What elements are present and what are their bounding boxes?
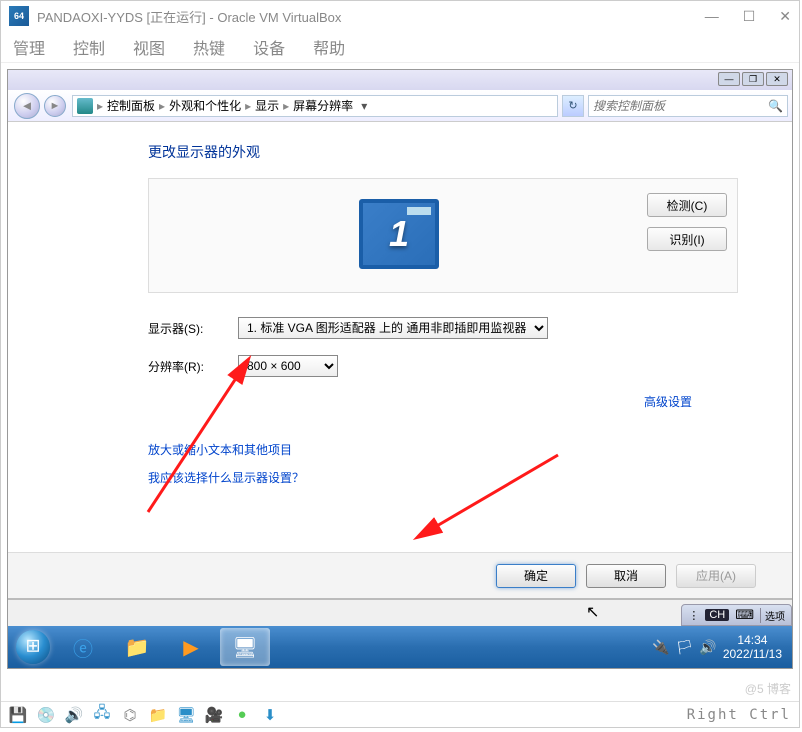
volume-icon[interactable]: 🔊: [699, 639, 716, 656]
display-select[interactable]: 1. 标准 VGA 图形适配器 上的 通用非即插即用监视器: [238, 317, 548, 339]
vb-statusbar: 💾 💿 🔊 🖧 ⌬ 📁 🖥 🎥 ● ⬇ Right Ctrl: [1, 701, 799, 727]
advanced-settings-link[interactable]: 高级设置: [644, 395, 692, 409]
vb-menu-hotkeys[interactable]: 热键: [193, 35, 225, 59]
vb-menu-manage[interactable]: 管理: [13, 35, 45, 59]
start-button[interactable]: [10, 627, 56, 667]
taskbar-clock[interactable]: 14:34 2022/11/13: [723, 633, 782, 662]
nav-back-button[interactable]: ◄: [14, 93, 40, 119]
audio-icon[interactable]: 🔊: [65, 706, 83, 724]
help-link[interactable]: 我应该选择什么显示器设置？: [148, 471, 304, 485]
windows-taskbar: ⓔ 📁 ▶ 🖥 🔌 🏳 🔊 14:34 2022/11/13: [8, 626, 792, 668]
ime-handle-icon[interactable]: ⋮: [688, 609, 699, 622]
cp-window-controls: — ❐ ✕: [8, 70, 792, 90]
action-center-icon[interactable]: 🏳: [676, 639, 694, 656]
ime-language-indicator[interactable]: CH: [705, 609, 729, 621]
chevron-right-icon: ▸: [97, 99, 103, 113]
power-icon[interactable]: 🔌: [652, 639, 669, 656]
taskbar-explorer[interactable]: 📁: [112, 628, 162, 666]
resolution-select[interactable]: 800 × 600: [238, 355, 338, 377]
detect-button[interactable]: 检测(C): [647, 193, 727, 217]
clock-date: 2022/11/13: [723, 647, 782, 661]
minimize-button[interactable]: —: [705, 8, 719, 25]
page-title: 更改显示器的外观: [48, 142, 752, 162]
ime-toolbar[interactable]: ⋮ CH ⌨ 选项: [681, 604, 792, 626]
vb-titlebar: 64 PANDAOXI-YYDS [正在运行] - Oracle VM Virt…: [1, 1, 799, 31]
virtualbox-window: 64 PANDAOXI-YYDS [正在运行] - Oracle VM Virt…: [0, 0, 800, 728]
chevron-right-icon: ▸: [245, 99, 251, 113]
display-label: 显示器(S):: [148, 320, 238, 337]
vb-window-title: PANDAOXI-YYDS [正在运行] - Oracle VM Virtual…: [37, 7, 705, 26]
cp-close-button[interactable]: ✕: [766, 72, 788, 86]
cp-maximize-button[interactable]: ❐: [742, 72, 764, 86]
optical-disc-icon[interactable]: 💿: [37, 706, 55, 724]
bc-appearance[interactable]: 外观和个性化: [169, 97, 241, 114]
identify-button[interactable]: 识别(I): [647, 227, 727, 251]
maximize-button[interactable]: ☐: [743, 8, 756, 25]
vb-menu-view[interactable]: 视图: [133, 35, 165, 59]
search-icon[interactable]: 🔍: [768, 99, 783, 113]
host-key-indicator: Right Ctrl: [687, 707, 791, 723]
taskbar-media-player[interactable]: ▶: [166, 628, 216, 666]
keyboard-capture-icon[interactable]: ⬇: [261, 706, 279, 724]
breadcrumb[interactable]: ▸ 控制面板 ▸ 外观和个性化 ▸ 显示 ▸ 屏幕分辨率 ▾: [72, 95, 558, 117]
text-size-link[interactable]: 放大或缩小文本和其他项目: [148, 443, 292, 457]
recording-icon[interactable]: 🎥: [205, 706, 223, 724]
ime-options-button[interactable]: 选项: [760, 608, 785, 623]
usb-icon[interactable]: ⌬: [121, 706, 139, 724]
search-box[interactable]: 🔍: [588, 95, 788, 117]
resolution-label: 分辨率(R):: [148, 358, 238, 375]
monitor-preview[interactable]: 1: [359, 199, 439, 269]
bc-resolution[interactable]: 屏幕分辨率: [293, 97, 353, 114]
vb-menu-help[interactable]: 帮助: [313, 35, 345, 59]
keyboard-icon[interactable]: ⌨: [735, 607, 754, 623]
close-button[interactable]: ✕: [779, 8, 791, 25]
apply-button[interactable]: 应用(A): [676, 564, 756, 588]
hard-disk-icon[interactable]: 💾: [9, 706, 27, 724]
annotation-arrow: [138, 352, 268, 522]
monitor-preview-box: 1 检测(C) 识别(I): [148, 178, 738, 293]
monitor-number: 1: [389, 213, 409, 255]
display-icon[interactable]: 🖥: [177, 706, 195, 724]
clock-time: 14:34: [723, 633, 782, 647]
nav-forward-button[interactable]: ►: [44, 95, 66, 117]
bc-display[interactable]: 显示: [255, 97, 279, 114]
taskbar-control-panel[interactable]: 🖥: [220, 628, 270, 666]
chevron-right-icon: ▸: [283, 99, 289, 113]
guest-display: — ❐ ✕ ◄ ► ▸ 控制面板 ▸ 外观和个性化 ▸ 显示 ▸ 屏幕分辨率 ▾: [7, 69, 793, 669]
windows-logo-icon: [16, 630, 50, 664]
vb-menu-control[interactable]: 控制: [73, 35, 105, 59]
refresh-button[interactable]: ↻: [562, 95, 584, 117]
dialog-footer: 确定 取消 应用(A): [8, 552, 792, 598]
bc-control-panel[interactable]: 控制面板: [107, 97, 155, 114]
watermark: @5 博客: [745, 680, 791, 697]
chevron-right-icon: ▸: [159, 99, 165, 113]
status-icon[interactable]: ●: [233, 706, 251, 724]
vb-menubar: 管理 控制 视图 热键 设备 帮助: [1, 31, 799, 63]
cp-navbar: ◄ ► ▸ 控制面板 ▸ 外观和个性化 ▸ 显示 ▸ 屏幕分辨率 ▾ ↻: [8, 90, 792, 122]
taskbar-ie[interactable]: ⓔ: [58, 628, 108, 666]
virtualbox-icon: 64: [9, 6, 29, 26]
control-panel-icon: [77, 98, 93, 114]
cp-body: 更改显示器的外观 1 检测(C) 识别(I) 显示器(S): 1. 标准 VGA…: [8, 122, 792, 552]
ok-button[interactable]: 确定: [496, 564, 576, 588]
cancel-button[interactable]: 取消: [586, 564, 666, 588]
vb-menu-devices[interactable]: 设备: [253, 35, 285, 59]
search-input[interactable]: [593, 99, 768, 113]
cursor-icon: ↖: [586, 602, 599, 622]
network-icon[interactable]: 🖧: [93, 706, 111, 724]
shared-folders-icon[interactable]: 📁: [149, 706, 167, 724]
system-tray: 🔌 🏳 🔊 14:34 2022/11/13: [652, 633, 790, 662]
breadcrumb-dropdown[interactable]: ▾: [357, 99, 371, 113]
cp-minimize-button[interactable]: —: [718, 72, 740, 86]
control-panel-window: — ❐ ✕ ◄ ► ▸ 控制面板 ▸ 外观和个性化 ▸ 显示 ▸ 屏幕分辨率 ▾: [8, 70, 792, 600]
